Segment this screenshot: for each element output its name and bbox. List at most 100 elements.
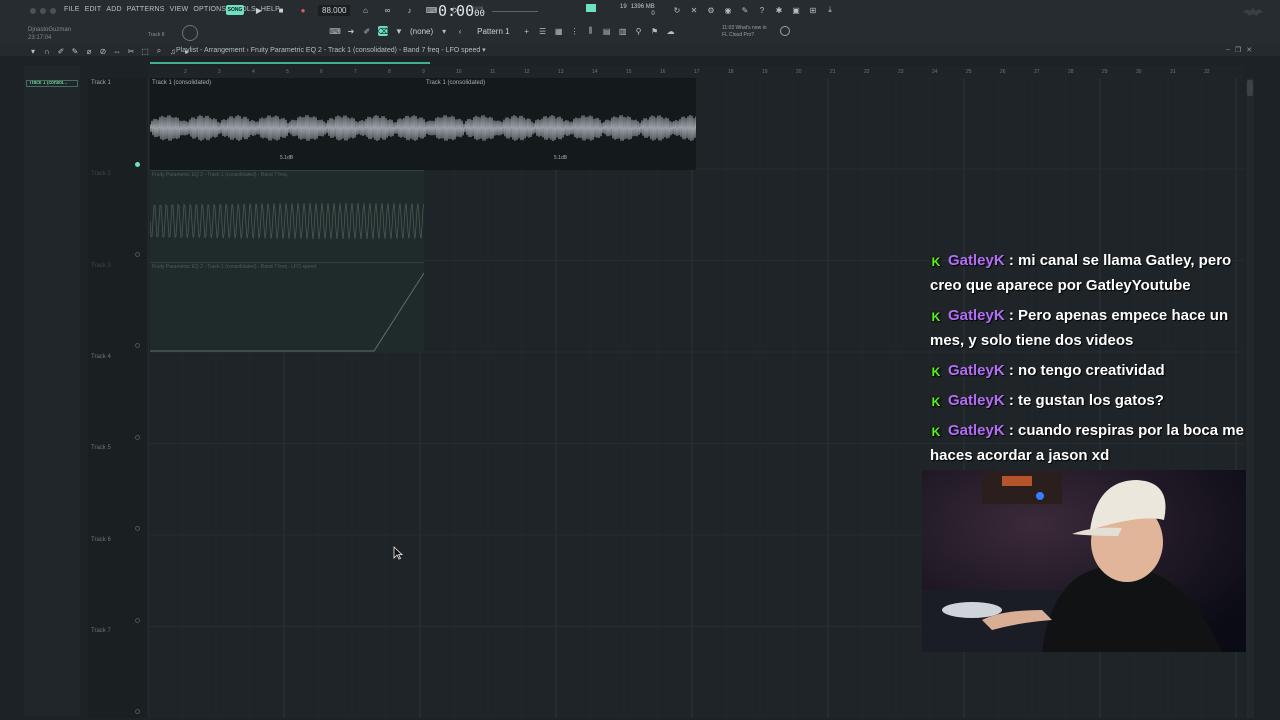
magnet-icon[interactable]: ∩ <box>42 46 52 56</box>
plugin-db-icon[interactable]: ▥ <box>618 26 628 36</box>
track-header-5[interactable]: Track 5 <box>91 445 111 451</box>
picker-panel: Track 1 (consol... <box>24 66 80 716</box>
mouse-cursor-icon <box>393 546 403 560</box>
pattern-toolbar: ⌨ ➜ ✐ ⌫ ▼ (none) ▾ ‹ Pattern 1 + ☰ ▦ ⋮ ⫼… <box>329 26 676 36</box>
automation-clip-band7[interactable]: Fruity Parametric EQ 2 - Track 1 (consol… <box>150 170 424 262</box>
minimize-icon[interactable]: – <box>1226 46 1230 54</box>
wand-icon[interactable]: ✎ <box>740 5 750 15</box>
ruler-bar-number: 21 <box>830 69 836 75</box>
track-mute-dot[interactable] <box>135 162 140 167</box>
ruler-bar-number: 17 <box>694 69 700 75</box>
platform-badge-icon: K <box>930 395 942 409</box>
microphone-icon[interactable]: ⚑ <box>650 26 660 36</box>
track-mute-dot[interactable] <box>135 709 140 714</box>
mixer-icon[interactable]: ⊞ <box>808 5 818 15</box>
mixer-view-icon[interactable]: ⫼ <box>586 26 596 36</box>
ruler-bar-number: 10 <box>456 69 462 75</box>
master-volume-knob[interactable] <box>182 25 198 41</box>
stop-icon[interactable]: ■ <box>274 4 288 16</box>
picker-item[interactable]: Track 1 (consol... <box>26 80 78 87</box>
track-header-1[interactable]: Track 1 <box>91 80 111 86</box>
typing-keyboard-icon[interactable]: ⌫ <box>377 26 389 36</box>
track-header-6[interactable]: Track 6 <box>91 537 111 543</box>
timeline-ruler[interactable]: 2 3 4 5 6 7 8 9 10 11 12 13 14 15 16 17 18 19 20 21 22 23 24 25… <box>148 66 1244 78</box>
menu-edit[interactable]: EDIT <box>85 6 102 13</box>
gear-icon[interactable]: ✱ <box>774 5 784 15</box>
keyboard-icon[interactable]: ⌨ <box>424 4 438 16</box>
save-icon[interactable]: ▣ <box>791 5 801 15</box>
ruler-bar-number: 19 <box>762 69 768 75</box>
user-name: DjnastoGuzman <box>28 27 72 33</box>
news-panel[interactable]: 11:03 What's new in FL Cloud Pro? <box>722 25 767 39</box>
select-tool-icon[interactable]: ⬚ <box>140 46 150 56</box>
menu-options[interactable]: OPTIONS <box>193 6 226 13</box>
refresh-icon[interactable]: ↻ <box>672 5 682 15</box>
pencil-tool-icon[interactable]: ✐ <box>56 46 66 56</box>
chevron-left-icon[interactable]: ‹ <box>455 26 465 36</box>
track-mute-dot[interactable] <box>135 252 140 257</box>
chat-text: : te gustan los gatos? <box>1004 392 1164 409</box>
track-header-3[interactable]: Track 3 <box>91 263 111 269</box>
play-icon[interactable]: ▶ <box>252 4 266 16</box>
track-mute-dot[interactable] <box>135 618 140 623</box>
add-pattern-icon[interactable]: + <box>522 26 532 36</box>
restore-icon[interactable]: ❐ <box>1235 46 1241 54</box>
mic-icon[interactable]: ◉ <box>723 5 733 15</box>
track-header-2[interactable]: Track 2 <box>91 171 111 177</box>
snap-select[interactable]: (none) <box>410 27 433 36</box>
pattern-selector[interactable]: Pattern 1 <box>477 27 509 36</box>
track-mute-dot[interactable] <box>135 343 140 348</box>
breadcrumb: Playlist - Arrangement › Fruity Parametr… <box>176 47 486 54</box>
arrow-right-icon[interactable]: ➜ <box>346 26 356 36</box>
tempo-display[interactable]: 88.000 <box>318 4 351 16</box>
record-icon[interactable]: ● <box>296 4 310 16</box>
track-header-7[interactable]: Track 7 <box>91 628 111 634</box>
browser-icon[interactable]: ▤ <box>602 26 612 36</box>
close-dot[interactable] <box>30 8 36 14</box>
metronome-icon[interactable]: ⌂ <box>358 4 372 16</box>
ruler-bar-number: 6 <box>320 69 323 75</box>
scrollbar-thumb[interactable] <box>1247 80 1253 96</box>
track-header-4[interactable]: Track 4 <box>91 354 111 360</box>
piano-roll-icon[interactable]: ▦ <box>554 26 564 36</box>
chevron-down-icon[interactable]: ▾ <box>439 26 449 36</box>
playlist-icon[interactable]: ☰ <box>538 26 548 36</box>
menu-view[interactable]: VIEW <box>170 6 189 13</box>
help-icon[interactable]: ? <box>757 5 767 15</box>
maximize-dot[interactable] <box>50 8 56 14</box>
close-icon[interactable]: ✕ <box>1246 46 1252 54</box>
settings-icon[interactable]: ⚙ <box>706 5 716 15</box>
delete-tool-icon[interactable]: ⌀ <box>84 46 94 56</box>
globe-icon[interactable] <box>780 26 790 36</box>
menu-file[interactable]: FILE <box>64 6 80 13</box>
download-icon[interactable]: ⤓ <box>825 5 835 15</box>
pencil-icon[interactable]: ✐ <box>362 26 372 36</box>
slip-tool-icon[interactable]: ⇔ <box>112 46 122 56</box>
pin-icon[interactable]: ⚲ <box>634 26 644 36</box>
loop-record-icon[interactable]: ∞ <box>380 4 394 16</box>
plugin-icon[interactable]: ✕ <box>689 5 699 15</box>
time-slider[interactable] <box>492 11 538 12</box>
audio-clip[interactable]: Track 1 (consolidated) Track 1 (consolid… <box>150 78 696 170</box>
keyboard-icon[interactable]: ⌨ <box>329 26 341 36</box>
zoom-tool-icon[interactable]: ⌕ <box>154 46 164 56</box>
output-meter <box>586 4 596 12</box>
song-mode-toggle[interactable]: SONG <box>226 5 244 15</box>
paint-tool-icon[interactable]: ✎ <box>70 46 80 56</box>
track-mute-dot[interactable] <box>135 526 140 531</box>
ruler-bar-number: 25 <box>966 69 972 75</box>
mute-tool-icon[interactable]: ⊘ <box>98 46 108 56</box>
bucket-icon[interactable]: ▼ <box>394 26 404 36</box>
slice-tool-icon[interactable]: ✂ <box>126 46 136 56</box>
chevron-down-icon[interactable]: ▾ <box>28 46 38 56</box>
automation-clip-lfo-speed[interactable]: Fruity Parametric EQ 2 - Track 1 (consol… <box>150 262 424 352</box>
minimize-dot[interactable] <box>40 8 46 14</box>
platform-badge-icon: K <box>930 310 942 324</box>
cloud-icon[interactable]: ☁ <box>666 26 676 36</box>
step-edit-icon[interactable]: ♪ <box>402 4 416 16</box>
track-mute-dot[interactable] <box>135 435 140 440</box>
channel-rack-icon[interactable]: ⋮ <box>570 26 580 36</box>
menu-patterns[interactable]: PATTERNS <box>127 6 165 13</box>
automation-curve <box>150 272 424 352</box>
menu-add[interactable]: ADD <box>106 6 121 13</box>
